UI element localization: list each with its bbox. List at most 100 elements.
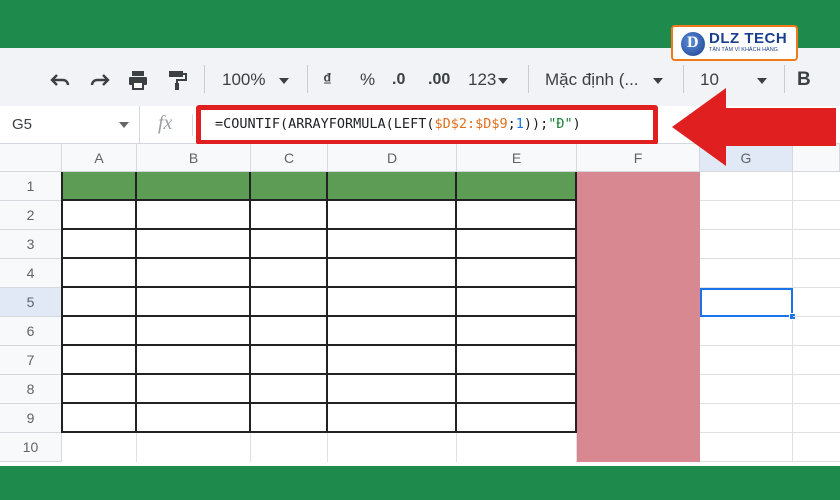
table-cell[interactable] xyxy=(62,201,137,230)
increase-decimal-button[interactable]: .00 xyxy=(428,68,450,92)
table-cell[interactable] xyxy=(457,346,577,375)
zoom-select[interactable]: 100% xyxy=(222,68,290,92)
table-cell[interactable] xyxy=(62,230,137,259)
result-cell[interactable] xyxy=(700,317,793,346)
result-cell[interactable] xyxy=(700,259,793,288)
table-cell[interactable] xyxy=(251,404,328,433)
row-header-2[interactable]: 2 xyxy=(0,201,62,230)
table-cell[interactable] xyxy=(251,201,328,230)
formula-text-cell[interactable] xyxy=(793,230,840,259)
table-cell[interactable] xyxy=(457,375,577,404)
table-cell[interactable] xyxy=(62,288,137,317)
table-cell[interactable] xyxy=(62,404,137,433)
result-cell[interactable] xyxy=(700,433,793,462)
table-cell[interactable] xyxy=(457,201,577,230)
table-header[interactable] xyxy=(62,172,137,201)
result-cell[interactable] xyxy=(700,230,793,259)
column-header-d[interactable]: D xyxy=(328,144,457,172)
result-cell[interactable] xyxy=(700,288,793,317)
row-header-10[interactable]: 10 xyxy=(0,433,62,462)
table-cell[interactable] xyxy=(328,288,457,317)
table-cell[interactable] xyxy=(137,404,251,433)
number-format-select[interactable]: 123 xyxy=(468,68,509,92)
table-cell[interactable] xyxy=(328,404,457,433)
result-cell[interactable] xyxy=(700,375,793,404)
formula-text-cell[interactable] xyxy=(793,317,840,346)
formula-text-cell[interactable] xyxy=(793,259,840,288)
table-cell[interactable] xyxy=(62,346,137,375)
table-cell[interactable] xyxy=(137,288,251,317)
result-cell[interactable] xyxy=(700,404,793,433)
table-header[interactable] xyxy=(328,172,457,201)
empty-cell[interactable] xyxy=(328,433,457,462)
result-cell[interactable] xyxy=(700,346,793,375)
row-header-1[interactable]: 1 xyxy=(0,172,62,201)
table-cell[interactable] xyxy=(251,317,328,346)
column-header-a[interactable]: A xyxy=(62,144,137,172)
table-cell[interactable] xyxy=(328,230,457,259)
table-cell[interactable] xyxy=(457,404,577,433)
table-cell[interactable] xyxy=(328,375,457,404)
column-header-b[interactable]: B xyxy=(137,144,251,172)
formula-text-cell[interactable] xyxy=(793,288,840,317)
table-cell[interactable] xyxy=(137,317,251,346)
formula-text-cell[interactable] xyxy=(793,201,840,230)
percent-format-button[interactable]: % xyxy=(360,68,375,92)
table-cell[interactable] xyxy=(328,201,457,230)
row-header-4[interactable]: 4 xyxy=(0,259,62,288)
row-header-3[interactable]: 3 xyxy=(0,230,62,259)
table-header[interactable] xyxy=(137,172,251,201)
table-cell[interactable] xyxy=(251,346,328,375)
row-header-5[interactable]: 5 xyxy=(0,288,62,317)
select-all-corner[interactable] xyxy=(0,144,62,172)
table-cell[interactable] xyxy=(328,317,457,346)
table-cell[interactable] xyxy=(251,288,328,317)
table-cell[interactable] xyxy=(137,375,251,404)
name-box[interactable]: G5 xyxy=(0,106,140,144)
table-cell[interactable] xyxy=(457,288,577,317)
currency-format-button[interactable]: ₫ xyxy=(323,68,332,92)
paint-format-icon[interactable] xyxy=(165,68,189,92)
formula-text-cell[interactable] xyxy=(793,172,840,201)
table-cell[interactable] xyxy=(137,346,251,375)
empty-cell[interactable] xyxy=(137,433,251,462)
table-cell[interactable] xyxy=(251,230,328,259)
result-cell[interactable] xyxy=(700,201,793,230)
table-cell[interactable] xyxy=(251,259,328,288)
column-header-e[interactable]: E xyxy=(457,144,577,172)
table-header[interactable] xyxy=(457,172,577,201)
row-header-6[interactable]: 6 xyxy=(0,317,62,346)
table-cell[interactable] xyxy=(328,346,457,375)
print-icon[interactable] xyxy=(126,68,150,92)
table-cell[interactable] xyxy=(137,259,251,288)
result-cell[interactable] xyxy=(700,172,793,201)
table-cell[interactable] xyxy=(457,259,577,288)
formula-text-cell[interactable] xyxy=(793,375,840,404)
row-header-9[interactable]: 9 xyxy=(0,404,62,433)
empty-cell[interactable] xyxy=(457,433,577,462)
decrease-decimal-button[interactable]: .0 xyxy=(392,68,405,92)
formula-input[interactable]: =COUNTIF(ARRAYFORMULA(LEFT($D$2:$D$9;1))… xyxy=(215,116,581,132)
table-cell[interactable] xyxy=(457,317,577,346)
redo-icon[interactable] xyxy=(88,68,112,92)
font-family-select[interactable]: Mặc định (... xyxy=(545,68,663,92)
empty-cell[interactable] xyxy=(62,433,137,462)
table-cell[interactable] xyxy=(251,375,328,404)
row-header-7[interactable]: 7 xyxy=(0,346,62,375)
table-cell[interactable] xyxy=(62,259,137,288)
table-cell[interactable] xyxy=(328,259,457,288)
formula-text-cell[interactable] xyxy=(793,346,840,375)
table-header[interactable] xyxy=(251,172,328,201)
red-arrow-icon xyxy=(672,88,836,166)
table-cell[interactable] xyxy=(137,230,251,259)
undo-icon[interactable] xyxy=(48,68,72,92)
empty-cell[interactable] xyxy=(251,433,328,462)
table-cell[interactable] xyxy=(457,230,577,259)
row-header-8[interactable]: 8 xyxy=(0,375,62,404)
table-cell[interactable] xyxy=(62,317,137,346)
table-cell[interactable] xyxy=(137,201,251,230)
formula-text-cell[interactable] xyxy=(793,404,840,433)
formula-text-cell[interactable] xyxy=(793,433,840,462)
column-header-c[interactable]: C xyxy=(251,144,328,172)
table-cell[interactable] xyxy=(62,375,137,404)
